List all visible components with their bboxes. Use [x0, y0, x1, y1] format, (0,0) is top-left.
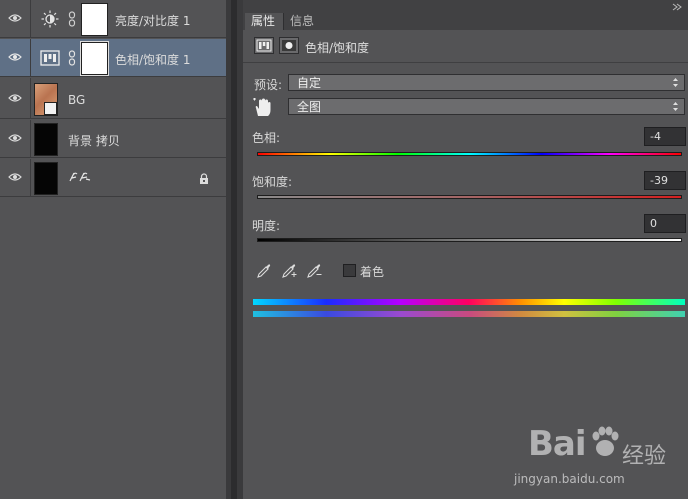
hue-slider-track[interactable] — [257, 152, 682, 156]
layer-row-background-copy[interactable]: 背景 拷贝 — [0, 120, 226, 158]
layer-row-brightness-contrast[interactable]: 亮度/对比度 1 — [0, 0, 226, 38]
lightness-slider-track[interactable] — [257, 238, 682, 242]
mask-view-button[interactable] — [279, 37, 299, 54]
panel-title-bar[interactable] — [243, 0, 688, 13]
eyedropper-add-icon[interactable] — [282, 262, 298, 278]
layer-row-background[interactable] — [0, 159, 226, 197]
visibility-toggle[interactable] — [0, 159, 31, 196]
tab-properties[interactable]: 属性 — [245, 13, 283, 30]
smart-object-icon — [44, 102, 57, 115]
saturation-value-field[interactable]: -39 — [644, 171, 686, 190]
visibility-toggle[interactable] — [0, 120, 31, 157]
channel-value: 全图 — [297, 100, 322, 114]
preset-value: 自定 — [297, 76, 322, 90]
layer-row-bg[interactable]: BG — [0, 78, 226, 119]
lightness-value-field[interactable]: 0 — [644, 214, 686, 233]
colorize-label: 着色 — [360, 265, 385, 279]
updown-arrow-icon — [673, 102, 678, 111]
visibility-toggle[interactable] — [0, 0, 31, 37]
mask-icon — [282, 40, 296, 51]
watermark-brand: Bai — [528, 424, 587, 464]
layer-style-icon — [69, 172, 91, 182]
preset-label: 预设: — [254, 78, 283, 92]
properties-header: 色相/饱和度 — [243, 30, 688, 63]
watermark-url: jingyan.baidu.com — [514, 472, 625, 486]
panel-divider[interactable] — [226, 0, 243, 499]
layers-panel: 亮度/对比度 1 色相/饱和度 1 BG 背景 拷贝 — [0, 0, 226, 499]
link-icon[interactable] — [68, 11, 76, 27]
paw-logo-icon — [592, 426, 619, 456]
channel-dropdown[interactable]: 全图 — [288, 98, 685, 115]
tab-info[interactable]: 信息 — [283, 13, 321, 30]
tab-bar: 属性 信息 — [243, 13, 688, 30]
saturation-slider-track[interactable] — [257, 195, 682, 199]
lock-icon — [200, 173, 208, 184]
hue-label: 色相: — [252, 131, 281, 145]
targeted-adjustment-hand-icon[interactable] — [253, 98, 273, 117]
layer-name[interactable]: 亮度/对比度 1 — [115, 12, 191, 29]
layer-name[interactable]: 色相/饱和度 1 — [115, 51, 191, 68]
updown-arrow-icon — [673, 78, 678, 87]
eye-icon — [8, 134, 22, 142]
layer-name[interactable]: 背景 拷贝 — [68, 132, 120, 149]
colorize-checkbox[interactable] — [343, 264, 356, 277]
layer-mask-thumbnail[interactable] — [81, 3, 108, 36]
visibility-toggle[interactable] — [0, 39, 31, 76]
eyedropper-icon[interactable] — [257, 262, 271, 278]
layer-row-hue-saturation[interactable]: 色相/饱和度 1 — [0, 39, 226, 77]
layer-name[interactable]: BG — [68, 93, 85, 107]
adjustment-view-button[interactable] — [254, 37, 274, 54]
watermark-brand-cn: 经验 — [622, 444, 667, 469]
output-spectrum-bar — [253, 311, 685, 317]
visibility-toggle[interactable] — [0, 78, 31, 118]
hue-value-field[interactable]: -4 — [644, 127, 686, 146]
link-icon[interactable] — [68, 50, 76, 66]
hue-saturation-icon — [40, 50, 60, 66]
hue-saturation-icon — [256, 39, 272, 52]
saturation-label: 饱和度: — [252, 175, 293, 189]
baidu-jingyan-watermark: Bai 经验 jingyan.baidu.com — [514, 420, 688, 499]
input-spectrum-bar — [253, 299, 685, 305]
eye-icon — [8, 94, 22, 102]
panel-collapse-icon[interactable] — [672, 3, 682, 11]
properties-title: 色相/饱和度 — [305, 41, 370, 55]
layer-thumbnail[interactable] — [34, 162, 58, 195]
eye-icon — [8, 53, 22, 61]
eyedropper-subtract-icon[interactable] — [307, 262, 323, 278]
eye-icon — [8, 173, 22, 181]
preset-dropdown[interactable]: 自定 — [288, 74, 685, 91]
layer-thumbnail[interactable] — [34, 123, 58, 156]
layer-mask-thumbnail[interactable] — [81, 42, 108, 75]
eye-icon — [8, 14, 22, 22]
lightness-label: 明度: — [252, 219, 281, 233]
brightness-contrast-icon — [41, 10, 59, 28]
